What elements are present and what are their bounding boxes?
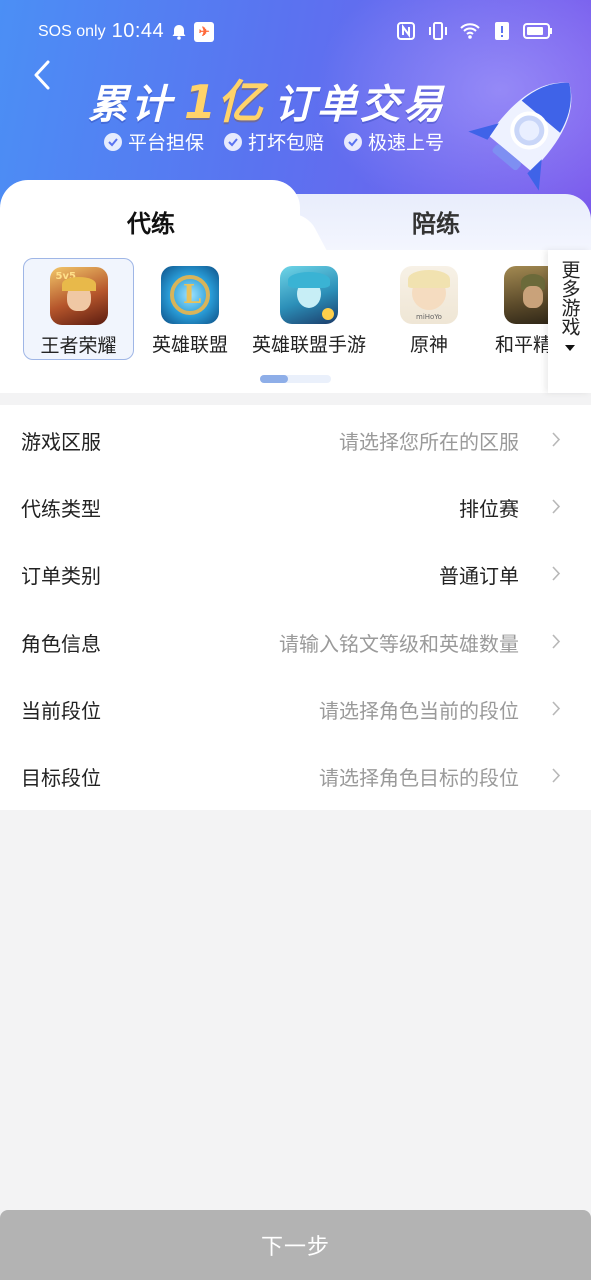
chevron-right-icon (552, 499, 561, 514)
feature-label: 极速上号 (368, 132, 445, 154)
chevron-right-icon (552, 701, 561, 716)
game-item-honor-of-kings[interactable]: 5v5 王者荣耀 (23, 258, 134, 360)
page-indicator-thumb (260, 375, 288, 383)
app-notification-icon: ✈ (194, 21, 215, 42)
battery-icon (523, 23, 552, 39)
game-name: 和平精英 (494, 334, 548, 356)
clock: 10:44 (111, 20, 165, 42)
game-item-wild-rift[interactable]: 英雄联盟手游 (246, 258, 372, 360)
headline-highlight: 1亿 (184, 75, 265, 129)
game-name: 英雄联盟手游 (251, 334, 366, 356)
row-label: 当前段位 (21, 699, 101, 723)
game-name: 王者荣耀 (40, 335, 117, 357)
status-right (395, 20, 553, 42)
status-left: SOS only 10:44 ✈ (38, 20, 215, 43)
form-row-character-info[interactable]: 角色信息 请输入铭文等级和英雄数量 (0, 607, 591, 674)
league-of-legends-icon: L (161, 266, 219, 324)
order-form: 游戏区服 请选择您所在的区服 代练类型 排位赛 订单类别 普通订单 角色信息 请… (0, 405, 591, 810)
row-label: 游戏区服 (21, 430, 101, 454)
row-value: 请选择您所在的区服 (339, 430, 519, 454)
headline-part1: 累计 (88, 82, 174, 128)
honor-of-kings-icon: 5v5 (49, 267, 108, 325)
tab-dailian[interactable]: 代练 (127, 204, 175, 239)
form-row-order-category[interactable]: 订单类别 普通订单 (0, 539, 591, 606)
row-label: 角色信息 (21, 632, 101, 656)
game-selector: 5v5 王者荣耀 L 英雄联盟 英雄联盟手游 miHoYo 原神 和平精 更多游… (0, 250, 591, 393)
tab-peilian[interactable]: 陪练 (412, 204, 460, 239)
banner-headline: 累计 1亿 订单交易 (88, 66, 446, 132)
row-value: 普通订单 (439, 564, 519, 588)
back-arrow-icon[interactable] (26, 56, 60, 96)
chevron-right-icon (552, 768, 561, 783)
page-indicator (260, 375, 331, 383)
row-value: 请选择角色当前的段位 (319, 699, 519, 723)
feature-item: 打坏包赔 (224, 128, 324, 155)
check-icon (344, 132, 363, 151)
form-row-current-rank[interactable]: 当前段位 请选择角色当前的段位 (0, 674, 591, 741)
alert-icon (495, 22, 509, 40)
tab-bar: 代练 陪练 (0, 178, 591, 254)
game-name: 英雄联盟 (151, 334, 228, 356)
form-row-boost-type[interactable]: 代练类型 排位赛 (0, 472, 591, 539)
game-name: 原神 (409, 334, 448, 356)
row-value: 排位赛 (459, 497, 519, 521)
chevron-right-icon (552, 634, 561, 649)
feature-item: 极速上号 (344, 128, 444, 155)
feature-label: 打坏包赔 (248, 132, 325, 154)
chevron-right-icon (552, 432, 561, 447)
feature-item: 平台担保 (104, 128, 204, 155)
nfc-icon (397, 22, 415, 40)
more-games-button[interactable]: 更多游戏 (548, 250, 591, 393)
game-scroll-row[interactable]: 5v5 王者荣耀 L 英雄联盟 英雄联盟手游 miHoYo 原神 和平精 (0, 250, 548, 370)
headline-part2: 订单交易 (274, 82, 447, 128)
next-step-label: 下一步 (260, 1235, 330, 1260)
row-value: 请输入铭文等级和英雄数量 (279, 632, 519, 656)
form-row-server[interactable]: 游戏区服 请选择您所在的区服 (0, 405, 591, 472)
game-item-peace-elite[interactable]: 和平精英 (490, 258, 548, 360)
wild-rift-icon (280, 266, 338, 324)
carrier-text: SOS only (38, 22, 106, 40)
form-row-target-rank[interactable]: 目标段位 请选择角色目标的段位 (0, 741, 591, 808)
genshin-icon: miHoYo (400, 266, 458, 324)
bell-icon (172, 24, 186, 40)
row-label: 代练类型 (21, 497, 101, 521)
feature-label: 平台担保 (128, 132, 205, 154)
vibrate-icon (429, 22, 447, 40)
check-icon (224, 132, 243, 151)
feature-list: 平台担保 打坏包赔 极速上号 (104, 128, 444, 155)
caret-down-icon (564, 345, 575, 351)
row-label: 订单类别 (21, 564, 101, 588)
next-step-button[interactable]: 下一步 (0, 1210, 591, 1280)
row-value: 请选择角色目标的段位 (319, 766, 519, 790)
wifi-icon (460, 23, 480, 39)
chevron-right-icon (552, 566, 561, 581)
more-games-label: 更多游戏 (558, 260, 581, 336)
row-label: 目标段位 (21, 766, 101, 790)
game-item-genshin[interactable]: miHoYo 原神 (384, 258, 474, 360)
status-bar: SOS only 10:44 ✈ (0, 0, 591, 66)
game-item-league-of-legends[interactable]: L 英雄联盟 (145, 258, 235, 360)
check-icon (104, 132, 122, 151)
peace-elite-icon (504, 266, 548, 324)
